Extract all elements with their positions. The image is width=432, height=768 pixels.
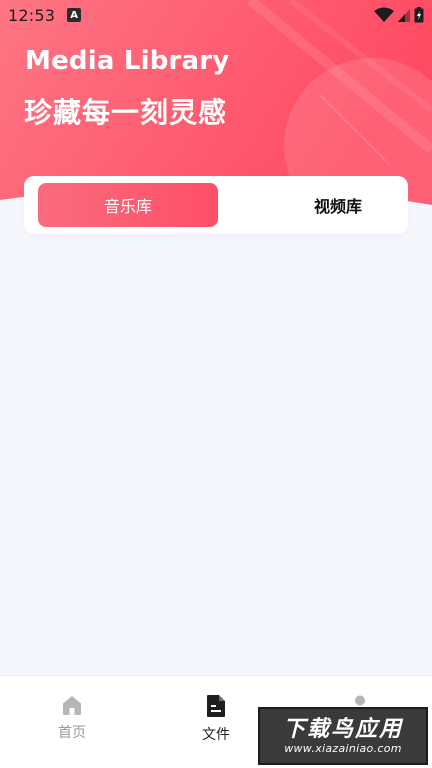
file-icon: [207, 695, 225, 717]
page-title: Media Library: [25, 46, 230, 76]
content-area: [0, 240, 432, 675]
home-icon: [63, 696, 81, 715]
site-watermark: 下载鸟应用 www.xiazainiao.com: [258, 707, 428, 765]
nav-item-home[interactable]: 首页: [17, 676, 127, 768]
cell-signal-icon: [398, 9, 410, 22]
nav-item-files[interactable]: 文件: [161, 676, 271, 768]
nav-label-home: 首页: [58, 725, 86, 741]
watermark-text: 下载鸟应用: [282, 716, 403, 742]
library-tab-bar: 音乐库 视频库: [24, 176, 408, 234]
status-time: 12:53: [8, 5, 56, 25]
status-icons: [374, 7, 424, 23]
page-subtitle: 珍藏每一刻灵感: [24, 96, 228, 129]
tab-music-library[interactable]: 音乐库: [38, 183, 218, 227]
wifi-icon: [374, 7, 394, 22]
notification-badge-icon: A: [67, 8, 82, 22]
watermark-url: www.xiazainiao.com: [284, 741, 402, 755]
battery-icon: [414, 7, 424, 23]
nav-label-files: 文件: [202, 727, 230, 743]
tab-video-library[interactable]: 视频库: [248, 183, 428, 227]
status-bar: 12:53 A: [0, 0, 432, 30]
